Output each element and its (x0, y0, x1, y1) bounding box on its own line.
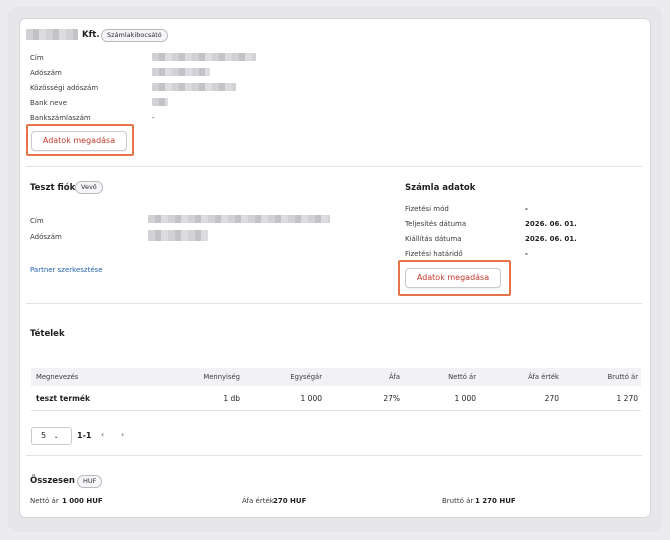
partner-tax-redacted (148, 230, 208, 241)
company-eu-tax-redacted (152, 83, 236, 91)
company-bank-account-value: - (152, 114, 155, 122)
company-name-redacted (26, 29, 78, 40)
payment-deadline-label: Fizetési határidő (405, 250, 463, 258)
company-details-button[interactable]: Adatok megadása (31, 131, 127, 151)
company-address-redacted (152, 53, 256, 61)
page-range: 1-1 (77, 431, 92, 440)
chevron-left-icon[interactable]: ‹ (101, 430, 104, 439)
totals-title: Összesen (30, 476, 75, 486)
company-bank-name-redacted (152, 98, 168, 106)
page-size-value: 5 (41, 431, 47, 440)
section-divider (26, 166, 642, 167)
company-tax-label: Adószám (30, 69, 62, 77)
total-vat-label: Áfa érték (242, 497, 274, 505)
company-tax-redacted (152, 68, 210, 76)
total-gross-label: Bruttó ár (442, 497, 474, 505)
total-net-label: Nettó ár (30, 497, 59, 505)
col-unit-price: Egységár (290, 373, 322, 381)
fulfillment-date-label: Teljesítés dátuma (405, 220, 467, 228)
company-eu-tax-label: Közösségi adószám (30, 84, 99, 92)
issue-date-value: 2026. 06. 01. (525, 235, 577, 243)
fulfillment-date-value: 2026. 06. 01. (525, 220, 577, 228)
partner-address-redacted (148, 215, 330, 223)
row-divider (31, 410, 641, 411)
company-name-suffix: Kft. (82, 30, 100, 40)
chevron-right-icon[interactable]: › (121, 430, 124, 439)
total-gross-value: 1 270 HUF (475, 497, 516, 505)
item-gross: 1 270 (616, 394, 638, 403)
section-divider (26, 303, 642, 304)
items-title: Tételek (30, 329, 65, 339)
item-name: teszt termék (36, 394, 90, 403)
company-bank-account-label: Bankszámlaszám (30, 114, 91, 122)
total-vat-value: 270 HUF (273, 497, 307, 505)
section-divider (26, 455, 642, 456)
col-vat-amount: Áfa érték (528, 373, 559, 381)
item-net: 1 000 (454, 394, 476, 403)
currency-badge: HUF (77, 475, 103, 488)
item-quantity: 1 db (223, 394, 240, 403)
invoice-details-button[interactable]: Adatok megadása (405, 268, 501, 288)
partner-edit-link[interactable]: Partner szerkesztése (30, 266, 103, 274)
col-gross: Bruttó ár (607, 373, 638, 381)
page-size-select[interactable]: 5 ⌄ (31, 427, 72, 445)
item-unit-price: 1 000 (300, 394, 322, 403)
issue-date-label: Kiállítás dátuma (405, 235, 462, 243)
total-net-value: 1 000 HUF (62, 497, 103, 505)
company-address-label: Cím (30, 54, 44, 62)
invoice-details-title: Számla adatok (405, 183, 476, 193)
partner-name: Teszt fiók (30, 183, 76, 193)
partner-tax-label: Adószám (30, 233, 62, 241)
buyer-badge: Vevő (75, 181, 103, 194)
payment-method-label: Fizetési mód (405, 205, 449, 213)
payment-method-value: - (525, 205, 528, 213)
col-name: Megnevezés (36, 373, 79, 381)
item-vat-amount: 270 (544, 394, 559, 403)
item-vat: 27% (383, 394, 400, 403)
col-net: Nettó ár (448, 373, 476, 381)
invoice-card: Kft. Számlakibocsátó Cím Adószám Közössé… (19, 18, 651, 518)
issuer-badge: Számlakibocsátó (101, 29, 168, 42)
chevron-down-icon: ⌄ (53, 433, 59, 440)
company-bank-name-label: Bank neve (30, 99, 67, 107)
col-quantity: Mennyiség (203, 373, 240, 381)
col-vat: Áfa (389, 373, 400, 381)
partner-address-label: Cím (30, 217, 44, 225)
payment-deadline-value: - (525, 250, 528, 258)
